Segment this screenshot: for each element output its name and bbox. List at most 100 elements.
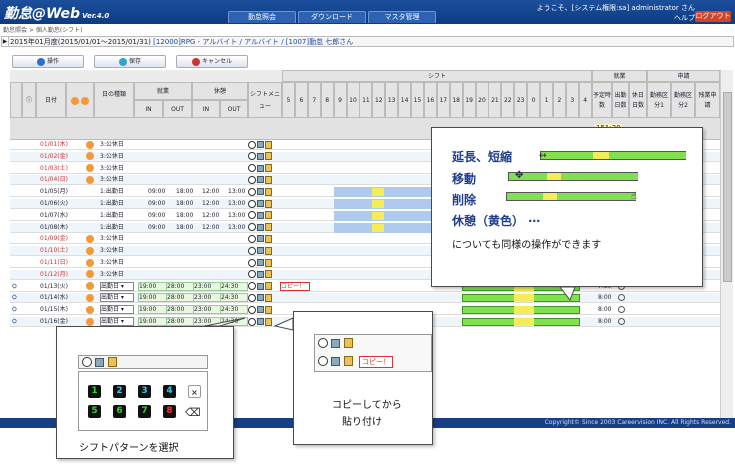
nav-attendance[interactable]: 勤怠照会 (228, 11, 296, 23)
day-type-select[interactable]: 出勤日 ▾ (100, 293, 134, 303)
copy-icon[interactable] (257, 188, 264, 196)
rest-block[interactable] (372, 211, 384, 220)
copy-icon[interactable] (257, 282, 264, 290)
paste-icon[interactable] (344, 356, 353, 366)
clock-icon[interactable] (82, 357, 92, 367)
copy-icon[interactable] (257, 247, 264, 255)
clock-icon[interactable] (248, 223, 256, 232)
rest-bar[interactable] (514, 294, 534, 303)
paste-icon[interactable] (108, 357, 117, 367)
eraser-icon[interactable]: ⌫ (185, 406, 201, 419)
copy-icon[interactable] (257, 306, 264, 314)
paste-icon[interactable] (265, 234, 272, 243)
row-action-icon[interactable]: ⛭ (12, 282, 22, 292)
rest-out-input[interactable]: 24:30 (220, 305, 248, 315)
copy-icon[interactable] (257, 164, 264, 172)
paste-icon[interactable] (265, 258, 272, 267)
pattern-key-1[interactable]: 1 (88, 385, 101, 398)
help-link[interactable]: ヘルプ (674, 13, 695, 23)
paste-icon[interactable] (265, 175, 272, 184)
paste-icon[interactable] (265, 140, 272, 149)
pattern-key-3[interactable]: 3 (138, 385, 151, 398)
rest-in-input[interactable]: 23:00 (193, 293, 221, 303)
employee-link[interactable]: [12000]RPG - アルバイト / アルバイト / [1007]勤怠 七郎… (153, 38, 353, 46)
in-input[interactable]: 19:00 (138, 317, 168, 326)
paste-icon[interactable] (265, 211, 272, 220)
collapse-arrow-icon[interactable]: ▶ (2, 37, 9, 46)
pattern-key-8[interactable]: 8 (163, 405, 176, 418)
copy-icon[interactable] (257, 259, 264, 266)
day-type-select[interactable]: 出勤日 ▾ (100, 317, 134, 326)
copy-icon[interactable] (257, 200, 264, 207)
paste-icon[interactable] (265, 223, 272, 232)
rest-bar[interactable] (514, 306, 534, 315)
clock-icon[interactable] (248, 258, 256, 267)
clock-icon[interactable] (248, 270, 256, 279)
paste-icon[interactable] (265, 293, 272, 302)
rest-bar[interactable] (514, 318, 534, 326)
clock-icon[interactable] (248, 175, 256, 184)
rest-block[interactable] (372, 223, 384, 232)
clock-icon[interactable] (248, 246, 256, 255)
rest-out-input[interactable]: 24:30 (220, 281, 248, 291)
paste-icon[interactable] (265, 199, 272, 208)
copy-icon[interactable] (257, 152, 264, 160)
copy-icon[interactable] (257, 176, 264, 184)
pattern-key-4[interactable]: 4 (163, 385, 176, 398)
row-action-icon[interactable]: ⛭ (12, 293, 22, 303)
rest-in-input[interactable]: 23:00 (193, 281, 221, 291)
rest-out-input[interactable]: 24:30 (220, 317, 248, 326)
clock-icon[interactable] (248, 199, 256, 208)
rest-in-input[interactable]: 23:00 (193, 317, 221, 326)
clock-icon[interactable] (318, 356, 328, 366)
paste-icon[interactable] (265, 270, 272, 279)
clock-icon[interactable] (248, 293, 256, 302)
day-type-select[interactable]: 出勤日 ▾ (100, 305, 134, 315)
clock-icon[interactable] (248, 305, 256, 314)
nav-download[interactable]: ダウンロード (298, 11, 366, 23)
operate-button[interactable]: 操作 (12, 55, 84, 68)
row-action-icon[interactable]: ⛭ (12, 305, 22, 315)
clock-icon[interactable] (248, 211, 256, 220)
copy-icon[interactable] (257, 223, 264, 231)
copy-icon[interactable] (95, 358, 104, 367)
clock-icon[interactable] (248, 152, 256, 161)
paste-icon[interactable] (265, 152, 272, 161)
vertical-scrollbar[interactable] (720, 70, 733, 420)
info-icon[interactable]: ⓘ (22, 82, 36, 118)
paste-icon[interactable] (265, 317, 272, 326)
clock-icon[interactable] (248, 187, 256, 196)
copy-icon[interactable] (257, 294, 264, 302)
copy-icon[interactable] (257, 270, 264, 278)
clock-icon[interactable] (318, 338, 328, 348)
in-input[interactable]: 19:00 (138, 293, 168, 303)
row-action-icon[interactable]: ⛭ (12, 317, 22, 327)
copy-icon[interactable] (257, 235, 264, 243)
paste-icon[interactable] (265, 282, 272, 291)
pattern-key-7[interactable]: 7 (138, 405, 151, 418)
clock-icon[interactable] (248, 140, 256, 149)
copy-icon[interactable] (331, 357, 340, 366)
out-input[interactable]: 28:00 (166, 317, 194, 326)
pattern-key-6[interactable]: 6 (113, 405, 126, 418)
paste-icon[interactable] (265, 164, 272, 173)
in-input[interactable]: 19:00 (138, 281, 168, 291)
rest-in-input[interactable]: 23:00 (193, 305, 221, 315)
copy-icon[interactable] (257, 318, 264, 325)
clock-icon[interactable] (248, 234, 256, 243)
in-input[interactable]: 19:00 (138, 305, 168, 315)
paste-icon[interactable] (344, 338, 353, 348)
save-button[interactable]: 保存 (94, 55, 166, 68)
rest-out-input[interactable]: 24:30 (220, 293, 248, 303)
close-icon[interactable]: × (188, 385, 201, 398)
clock-icon[interactable] (248, 164, 256, 173)
day-type-select[interactable]: 出勤日 ▾ (100, 281, 134, 291)
cancel-button[interactable]: キャンセル (176, 55, 248, 68)
rest-block[interactable] (372, 188, 384, 197)
copy-icon[interactable] (257, 141, 264, 148)
copy-icon[interactable] (331, 339, 340, 348)
paste-icon[interactable] (265, 187, 272, 196)
scroll-thumb[interactable] (723, 92, 732, 282)
out-input[interactable]: 28:00 (166, 293, 194, 303)
copy-icon[interactable] (257, 211, 264, 219)
